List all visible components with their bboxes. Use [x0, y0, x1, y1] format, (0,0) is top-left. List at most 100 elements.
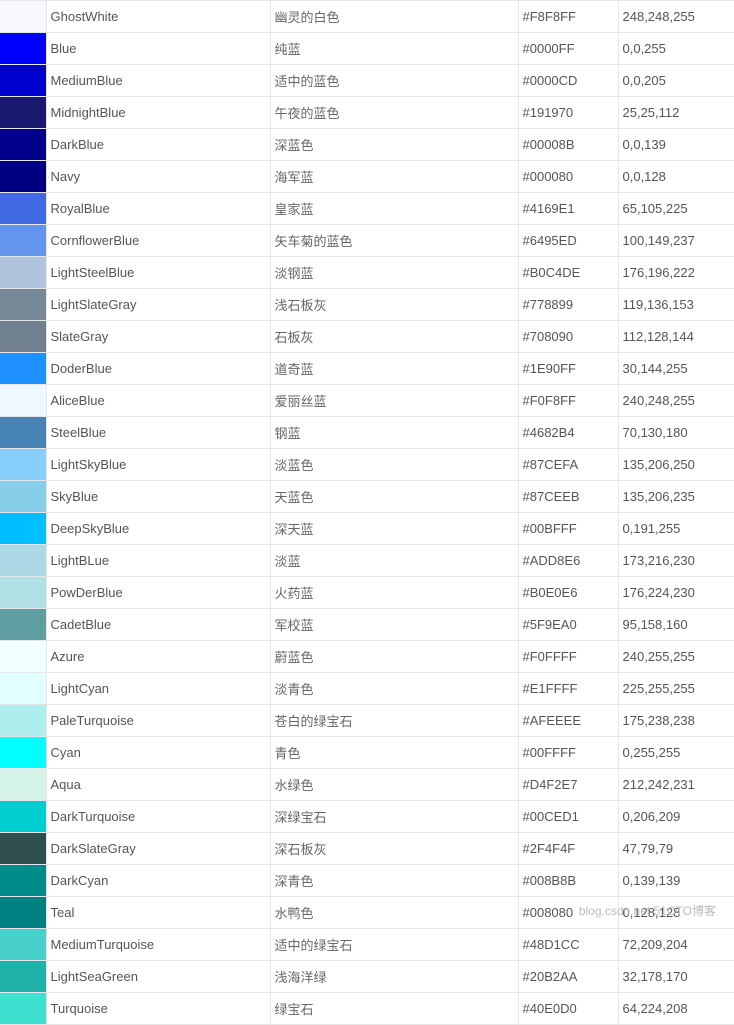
color-name-en: MediumTurquoise: [46, 929, 270, 961]
color-name-en: MidnightBlue: [46, 97, 270, 129]
color-name-zh: 深绿宝石: [270, 801, 518, 833]
color-name-en: Blue: [46, 33, 270, 65]
color-name-en: DarkTurquoise: [46, 801, 270, 833]
color-rgb: 0,0,255: [618, 33, 734, 65]
table-row: PaleTurquoise苍白的绿宝石#AFEEEE175,238,238: [0, 705, 734, 737]
color-hex: #2F4F4F: [518, 833, 618, 865]
color-rgb: 0,255,255: [618, 737, 734, 769]
color-name-en: PaleTurquoise: [46, 705, 270, 737]
table-row: Cyan青色#00FFFF0,255,255: [0, 737, 734, 769]
color-name-en: PowDerBlue: [46, 577, 270, 609]
color-swatch: [0, 193, 46, 225]
color-name-zh: 纯蓝: [270, 33, 518, 65]
color-name-zh: 皇家蓝: [270, 193, 518, 225]
color-hex: #B0C4DE: [518, 257, 618, 289]
table-row: CornflowerBlue矢车菊的蓝色#6495ED100,149,237: [0, 225, 734, 257]
color-hex: #F0F8FF: [518, 385, 618, 417]
color-name-zh: 水绿色: [270, 769, 518, 801]
color-swatch: [0, 289, 46, 321]
table-row: DarkBlue深蓝色#00008B0,0,139: [0, 129, 734, 161]
color-rgb: 240,255,255: [618, 641, 734, 673]
table-row: Blue纯蓝#0000FF0,0,255: [0, 33, 734, 65]
table-row: GhostWhite幽灵的白色#F8F8FF248,248,255: [0, 1, 734, 33]
color-rgb: 0,0,139: [618, 129, 734, 161]
table-row: LightCyan淡青色#E1FFFF225,255,255: [0, 673, 734, 705]
table-row: Turquoise绿宝石#40E0D064,224,208: [0, 993, 734, 1025]
color-name-zh: 午夜的蓝色: [270, 97, 518, 129]
color-hex: #87CEFA: [518, 449, 618, 481]
color-name-en: RoyalBlue: [46, 193, 270, 225]
color-name-zh: 深石板灰: [270, 833, 518, 865]
table-row: Navy海军蓝#0000800,0,128: [0, 161, 734, 193]
color-name-en: LightSlateGray: [46, 289, 270, 321]
color-swatch: [0, 225, 46, 257]
color-name-en: DeepSkyBlue: [46, 513, 270, 545]
table-row: PowDerBlue火药蓝#B0E0E6176,224,230: [0, 577, 734, 609]
color-name-zh: 浅石板灰: [270, 289, 518, 321]
color-hex: #191970: [518, 97, 618, 129]
color-swatch: [0, 353, 46, 385]
color-rgb: 0,191,255: [618, 513, 734, 545]
color-hex: #00FFFF: [518, 737, 618, 769]
color-name-zh: 淡蓝色: [270, 449, 518, 481]
color-name-en: DarkCyan: [46, 865, 270, 897]
color-name-zh: 蔚蓝色: [270, 641, 518, 673]
color-name-zh: 青色: [270, 737, 518, 769]
color-name-zh: 淡钢蓝: [270, 257, 518, 289]
color-swatch: [0, 545, 46, 577]
color-swatch: [0, 833, 46, 865]
color-name-zh: 海军蓝: [270, 161, 518, 193]
color-swatch: [0, 257, 46, 289]
color-name-zh: 浅海洋绿: [270, 961, 518, 993]
color-name-zh: 淡蓝: [270, 545, 518, 577]
color-rgb: 176,224,230: [618, 577, 734, 609]
color-hex: #F8F8FF: [518, 1, 618, 33]
color-rgb: 248,248,255: [618, 1, 734, 33]
color-hex: #ADD8E6: [518, 545, 618, 577]
color-rgb: 119,136,153: [618, 289, 734, 321]
color-name-en: DoderBlue: [46, 353, 270, 385]
color-name-en: Azure: [46, 641, 270, 673]
color-hex: #E1FFFF: [518, 673, 618, 705]
table-row: AliceBlue爱丽丝蓝#F0F8FF240,248,255: [0, 385, 734, 417]
color-swatch: [0, 897, 46, 929]
color-swatch: [0, 65, 46, 97]
color-name-en: DarkBlue: [46, 129, 270, 161]
color-rgb: 65,105,225: [618, 193, 734, 225]
color-rgb: 95,158,160: [618, 609, 734, 641]
color-rgb: 47,79,79: [618, 833, 734, 865]
color-hex: #778899: [518, 289, 618, 321]
color-swatch: [0, 961, 46, 993]
color-swatch: [0, 673, 46, 705]
table-row: RoyalBlue皇家蓝#4169E165,105,225: [0, 193, 734, 225]
color-hex: #4682B4: [518, 417, 618, 449]
color-swatch: [0, 609, 46, 641]
table-row: CadetBlue军校蓝#5F9EA095,158,160: [0, 609, 734, 641]
color-swatch: [0, 737, 46, 769]
color-swatch: [0, 705, 46, 737]
color-swatch: [0, 129, 46, 161]
color-rgb: 0,139,139: [618, 865, 734, 897]
color-name-zh: 绿宝石: [270, 993, 518, 1025]
color-name-en: Turquoise: [46, 993, 270, 1025]
color-name-en: GhostWhite: [46, 1, 270, 33]
color-hex: #B0E0E6: [518, 577, 618, 609]
color-swatch: [0, 993, 46, 1025]
table-row: DarkCyan深青色#008B8B0,139,139: [0, 865, 734, 897]
color-hex: #20B2AA: [518, 961, 618, 993]
color-name-zh: 深蓝色: [270, 129, 518, 161]
color-rgb: 212,242,231: [618, 769, 734, 801]
table-row: SlateGray石板灰#708090112,128,144: [0, 321, 734, 353]
color-rgb: 70,130,180: [618, 417, 734, 449]
color-name-en: LightSteelBlue: [46, 257, 270, 289]
color-rgb: 25,25,112: [618, 97, 734, 129]
table-row: Teal水鸭色#0080800,128,128: [0, 897, 734, 929]
color-name-en: SkyBlue: [46, 481, 270, 513]
color-hex: #00008B: [518, 129, 618, 161]
color-rgb: 135,206,250: [618, 449, 734, 481]
color-hex: #40E0D0: [518, 993, 618, 1025]
table-row: SteelBlue钢蓝#4682B470,130,180: [0, 417, 734, 449]
table-row: MidnightBlue午夜的蓝色#19197025,25,112: [0, 97, 734, 129]
color-hex: #AFEEEE: [518, 705, 618, 737]
color-rgb: 175,238,238: [618, 705, 734, 737]
